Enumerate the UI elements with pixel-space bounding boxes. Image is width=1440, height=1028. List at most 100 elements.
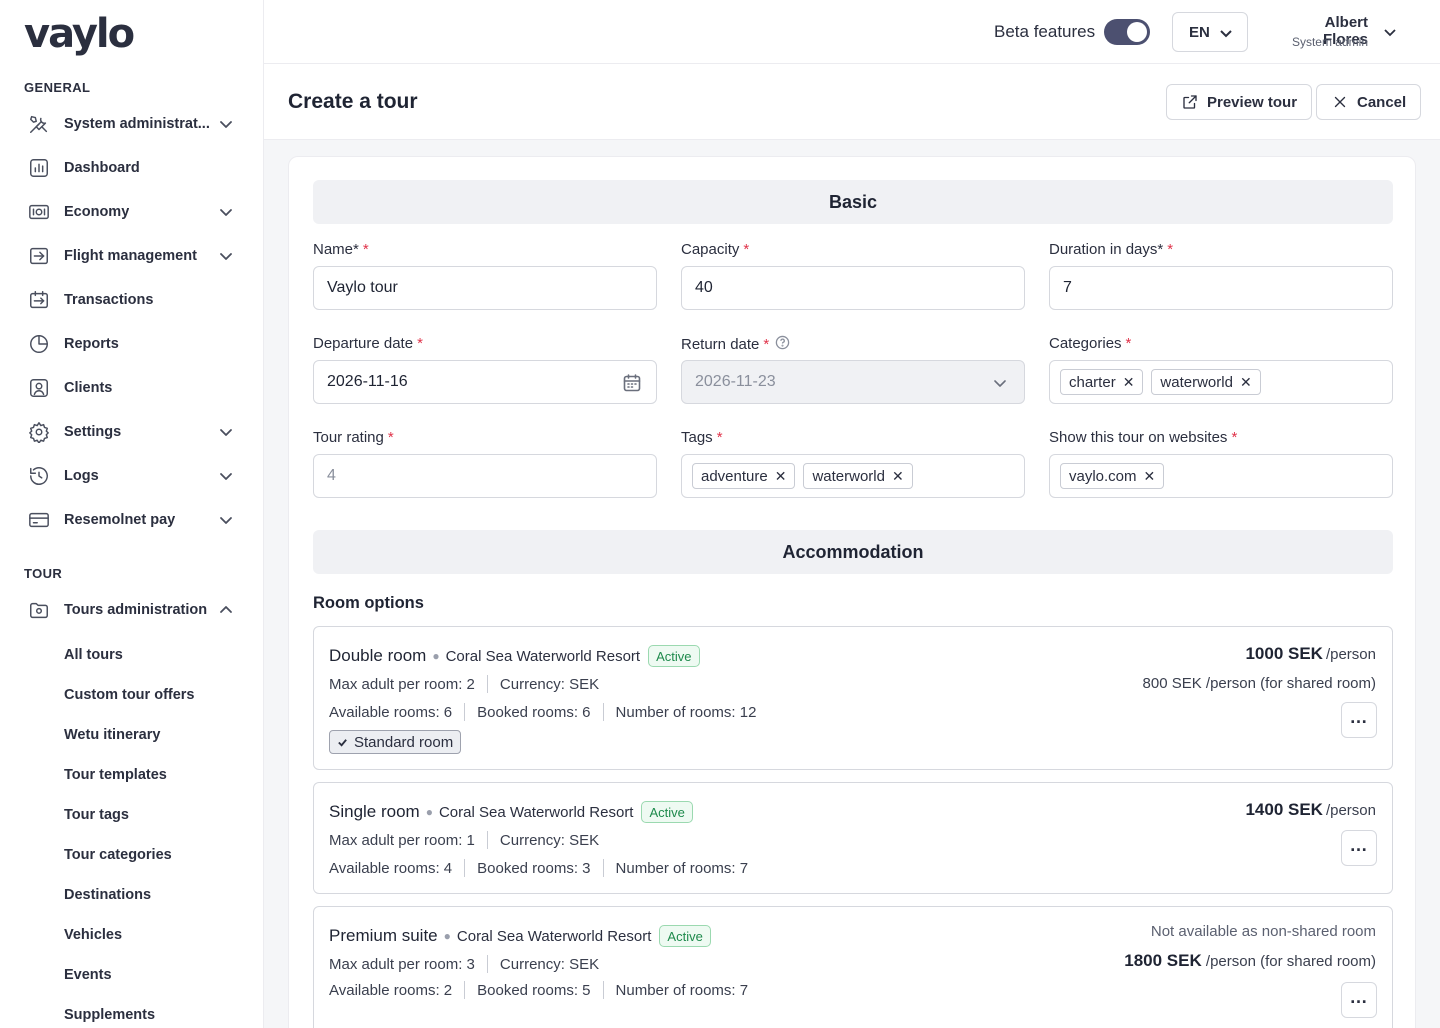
sidebar-item-reports[interactable]: Reports — [24, 326, 240, 362]
sidebar-item-tours-administration[interactable]: Tours administration — [24, 592, 240, 628]
sidebar-subitem-all-tours[interactable]: All tours — [64, 647, 123, 663]
room-name: Single room — [329, 802, 420, 821]
beta-features-toggle[interactable] — [1104, 19, 1150, 45]
sidebar-subitem-vehicles[interactable]: Vehicles — [64, 927, 122, 943]
remove-tag-icon[interactable]: ✕ — [775, 468, 787, 485]
room-more-button[interactable]: … — [1341, 830, 1377, 866]
tour-rating-input[interactable]: 4 — [313, 454, 657, 498]
gear-icon — [24, 420, 56, 444]
chevron-up-icon — [218, 602, 234, 618]
sidebar-item-dashboard[interactable]: Dashboard — [24, 150, 240, 186]
preview-tour-button[interactable]: Preview tour — [1166, 84, 1313, 120]
user-menu-chevron-icon[interactable] — [1382, 24, 1398, 40]
card-icon — [24, 508, 56, 532]
sidebar-item-label: Logs — [64, 468, 99, 484]
room-hotel: Coral Sea Waterworld Resort — [438, 803, 634, 821]
capacity-input[interactable]: 40 — [681, 266, 1025, 310]
room-title: Double room ● Coral Sea Waterworld Resor… — [329, 645, 700, 667]
room-name: Premium suite — [329, 926, 438, 945]
room-hotel: Coral Sea Waterworld Resort — [456, 927, 652, 945]
room-more-button[interactable]: … — [1341, 982, 1377, 1018]
sidebar-subitem-tour-templates[interactable]: Tour templates — [64, 767, 167, 783]
sidebar: vaylo GENERAL System administrat... Dash… — [0, 0, 264, 1028]
cancel-label: Cancel — [1357, 93, 1407, 111]
money-icon — [24, 200, 56, 224]
sidebar-subitem-destinations[interactable]: Destinations — [64, 887, 151, 903]
room-title: Premium suite ● Coral Sea Waterworld Res… — [329, 925, 711, 947]
sidebar-item-economy[interactable]: Economy — [24, 194, 240, 230]
external-link-icon — [1183, 95, 1197, 109]
room-availability-line: Available rooms: 2 Booked rooms: 5 Number … — [329, 981, 749, 999]
sidebar-item-flight-management[interactable]: Flight management — [24, 238, 240, 274]
chevron-down-icon — [990, 373, 1010, 393]
room-shared-price: 800 SEK /person (for shared room) — [1142, 675, 1376, 692]
app-logo[interactable]: vaylo — [24, 12, 135, 56]
status-badge: Active — [659, 925, 711, 947]
user-role: System admin — [1291, 35, 1368, 49]
tools-icon — [24, 112, 56, 136]
remove-tag-icon[interactable]: ✕ — [1240, 374, 1252, 391]
room-more-button[interactable]: … — [1341, 702, 1377, 738]
sidebar-item-settings[interactable]: Settings — [24, 414, 240, 450]
sidebar-item-transactions[interactable]: Transactions — [24, 282, 240, 318]
language-selector[interactable]: EN — [1172, 12, 1248, 52]
sidebar-item-label: System administrat... — [64, 116, 210, 132]
help-icon[interactable] — [775, 335, 790, 350]
sidebar-subitem-custom-tour-offers[interactable]: Custom tour offers — [64, 687, 195, 703]
sidebar-item-label: Flight management — [64, 248, 197, 264]
duration-input[interactable]: 7 — [1049, 266, 1393, 310]
dashboard-icon — [24, 156, 56, 180]
room-title: Single room ● Coral Sea Waterworld Resor… — [329, 801, 693, 823]
preview-tour-label: Preview tour — [1207, 93, 1298, 111]
folder-icon — [24, 598, 56, 622]
tour-form-card: Basic Name* * Vaylo tour Capacity * 40 Dur… — [288, 156, 1416, 1028]
websites-multiselect[interactable]: vaylo.com ✕ — [1049, 454, 1393, 498]
return-date-select: 2026-11-23 — [681, 360, 1025, 404]
section-heading-accommodation: Accommodation — [313, 530, 1393, 574]
room-availability-line: Available rooms: 4 Booked rooms: 3 Number … — [329, 859, 749, 877]
tags-multiselect[interactable]: adventure ✕ waterworld ✕ — [681, 454, 1025, 498]
category-tag: charter ✕ — [1060, 369, 1144, 395]
sidebar-item-resemolnet-pay[interactable]: Resemolnet pay — [24, 502, 240, 538]
sidebar-item-label: Resemolnet pay — [64, 512, 176, 528]
departure-date-input[interactable]: 2026-11-16 — [313, 360, 657, 404]
chevron-down-icon — [1220, 30, 1232, 38]
section-label-tour: TOUR — [24, 566, 63, 581]
sidebar-item-label: Settings — [64, 424, 122, 440]
history-icon — [24, 464, 56, 488]
room-shared-price: 1800 SEK /person (for shared room) — [1124, 951, 1376, 970]
chevron-down-icon — [218, 424, 234, 440]
room-type-tag: Standard room — [329, 730, 462, 754]
sidebar-item-clients[interactable]: Clients — [24, 370, 240, 406]
sidebar-item-system-administration[interactable]: System administrat... — [24, 106, 240, 142]
remove-tag-icon[interactable]: ✕ — [1123, 374, 1135, 391]
tour-tag: adventure ✕ — [692, 463, 796, 489]
sidebar-subitem-supplements[interactable]: Supplements — [64, 1007, 155, 1023]
sidebar-subitem-events[interactable]: Events — [64, 967, 112, 983]
name-input[interactable]: Vaylo tour — [313, 266, 657, 310]
language-value: EN — [1189, 23, 1210, 41]
category-tag: waterworld ✕ — [1151, 369, 1261, 395]
tour-rating-label: Tour rating * — [313, 429, 394, 446]
chevron-down-icon — [218, 468, 234, 484]
room-details-line: Max adult per room: 2 Currency: SEK — [329, 675, 600, 693]
sidebar-subitem-tour-categories[interactable]: Tour categories — [64, 847, 172, 863]
room-hotel: Coral Sea Waterworld Resort — [445, 647, 641, 665]
sidebar-subitem-tour-tags[interactable]: Tour tags — [64, 807, 129, 823]
room-card: Single room ● Coral Sea Waterworld Resor… — [313, 782, 1393, 894]
remove-tag-icon[interactable]: ✕ — [892, 468, 904, 485]
name-label: Name* * — [313, 241, 369, 258]
pie-chart-icon — [24, 332, 56, 356]
departure-date-value: 2026-11-16 — [327, 373, 408, 390]
sidebar-subitem-wetu-itinerary[interactable]: Wetu itinerary — [64, 727, 160, 743]
sidebar-item-label: Transactions — [64, 292, 154, 308]
categories-multiselect[interactable]: charter ✕ waterworld ✕ — [1049, 360, 1393, 404]
categories-label: Categories * — [1049, 335, 1132, 352]
websites-label: Show this tour on websites * — [1049, 429, 1238, 446]
remove-tag-icon[interactable]: ✕ — [1144, 468, 1156, 485]
sidebar-item-label: Clients — [64, 380, 113, 396]
room-details-line: Max adult per room: 1 Currency: SEK — [329, 831, 600, 849]
sidebar-item-logs[interactable]: Logs — [24, 458, 240, 494]
cancel-button[interactable]: Cancel — [1316, 84, 1422, 120]
calendar-icon[interactable] — [622, 373, 642, 393]
